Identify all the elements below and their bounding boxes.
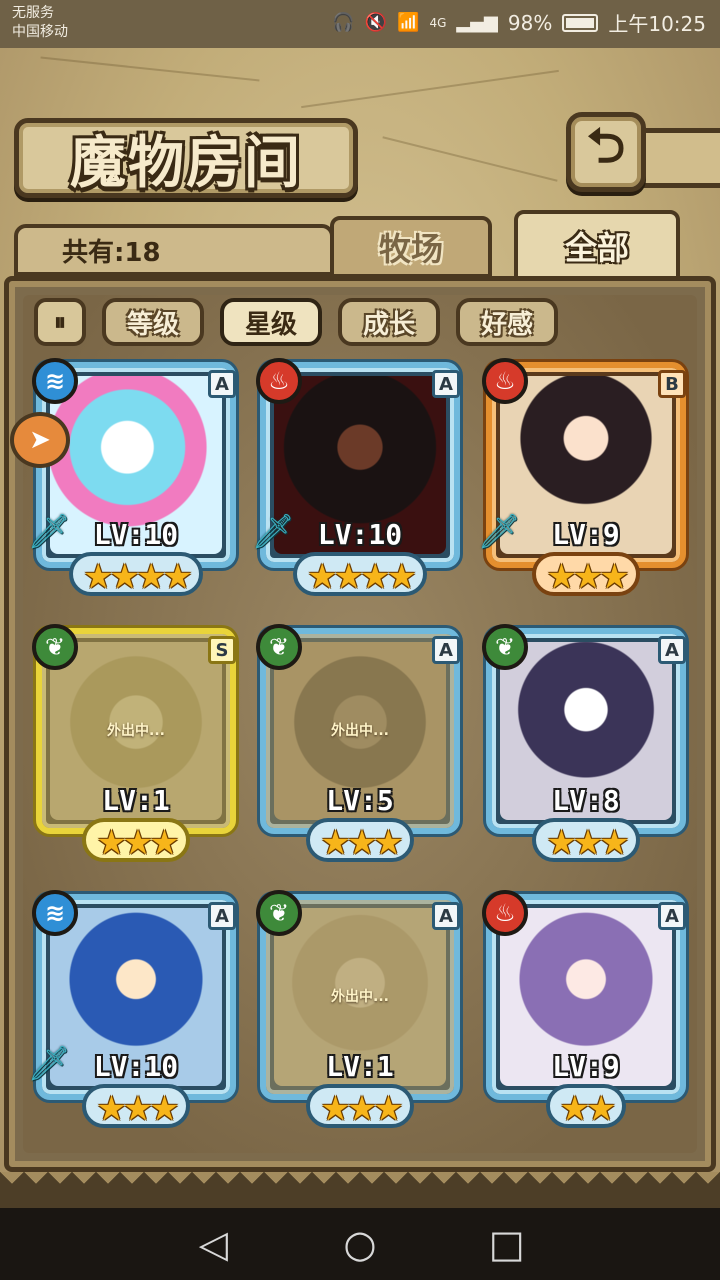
filter-affection[interactable]: 好感 [456,298,558,346]
rank-badge: A [208,370,236,398]
nav-recent-icon[interactable]: □ [477,1222,537,1266]
rank-badge: A [208,902,236,930]
star-rating: ★★★★ [254,552,466,597]
side-menu-tab[interactable]: ➤ [10,412,70,468]
star-rating: ★★★ [30,818,242,863]
title-plate: 魔物房间 [14,118,358,198]
back-button-bar [640,128,720,188]
wifi-icon: 📶 [397,12,420,33]
star-icons: ★★★ [82,1084,190,1129]
star-icons: ★★★★ [293,552,427,597]
sort-order-button[interactable]: ⏸ [34,298,86,346]
rank-badge: A [432,636,460,664]
pause-icon: ⏸ [54,308,66,336]
fire-element-icon: ♨ [482,358,528,404]
filter-level-label: 等级 [126,309,179,340]
away-status: 外出中... [331,989,389,1005]
rank-badge: A [658,902,686,930]
monster-level: LV:10 [93,1050,179,1083]
back-button[interactable]: ⮌ [566,112,646,192]
away-status: 外出中... [331,723,389,739]
carrier-line-2: 中国移动 [12,24,68,40]
rank-badge: B [658,370,686,398]
tab-all-label: 全部 [564,229,629,267]
nature-element-icon: ❦ [256,890,302,936]
star-rating: ★★★ [480,818,692,863]
star-icons: ★★ [545,1084,627,1129]
fire-element-icon: ♨ [482,890,528,936]
status-icons: 🎧 🔇 📶 4G ▂▄▆ 98% 上午10:25 [332,8,706,37]
rank-badge: A [432,370,460,398]
tab-pasture[interactable]: 牧场 [330,216,492,278]
page-title: 魔物房间 [70,129,302,196]
monster-level: LV:1 [102,784,170,817]
away-status: 外出中... [107,723,165,739]
star-icons: ★★★ [532,552,640,597]
monster-level: LV:9 [552,518,620,551]
headphones-icon: 🎧 [332,12,355,33]
water-element-icon: ≋ [32,890,78,936]
fire-element-icon: ♨ [256,358,302,404]
monster-card[interactable]: A ♨ LV:9 ★★ [480,888,692,1138]
star-rating: ★★ [480,1084,692,1129]
monster-card[interactable]: 外出中... S ❦ LV:1 ★★★ [30,622,242,872]
star-rating: ★★★ [254,1084,466,1129]
monster-level: LV:5 [326,784,394,817]
tab-all[interactable]: 全部 [514,210,680,282]
monster-card[interactable]: A ≋ 🗡 LV:10 ★★★★ [27,356,242,606]
filter-affection-label: 好感 [480,309,533,340]
filter-growth[interactable]: 成长 [338,298,440,346]
star-icons: ★★★ [306,1084,414,1129]
back-arrow-icon: ⮌ [586,117,626,174]
nav-home-icon[interactable]: ○ [330,1222,390,1266]
arrow-tab-icon: ➤ [29,425,51,455]
monster-card[interactable]: B ♨ 🗡 LV:9 ★★★ [477,356,692,606]
battery-icon [562,13,599,32]
star-rating: ★★★ [30,1084,242,1129]
status-bar: 无服务 中国移动 🎧 🔇 📶 4G ▂▄▆ 98% 上午10:25 [0,0,720,48]
nature-element-icon: ❦ [256,624,302,670]
nature-element-icon: ❦ [482,624,528,670]
star-icons: ★★★ [532,818,640,863]
star-rating: ★★★★ [30,552,242,597]
star-icons: ★★★ [82,818,190,863]
system-nav-bar: ◁ ○ □ [0,1208,720,1280]
water-element-icon: ≋ [32,358,78,404]
monster-level: LV:10 [317,518,403,551]
star-icons: ★★★★ [69,552,203,597]
rank-badge: A [432,902,460,930]
filter-star-label: 星级 [244,309,297,340]
nature-element-icon: ❦ [32,624,78,670]
signal-icon: ▂▄▆ [456,12,498,33]
monster-card[interactable]: A ≋ 🗡 LV:10 ★★★ [27,888,242,1138]
carrier-info: 无服务 中国移动 [12,4,68,42]
rank-badge: A [658,636,686,664]
count-bar: 共有:18 [14,224,334,276]
star-icons: ★★★ [306,818,414,863]
star-rating: ★★★ [480,552,692,597]
filter-growth-label: 成长 [362,309,415,340]
star-rating: ★★★ [254,818,466,863]
monster-level: LV:10 [93,518,179,551]
monster-level: LV:8 [552,784,620,817]
monster-card[interactable]: 外出中... A ❦ LV:5 ★★★ [254,622,466,872]
nav-back-icon[interactable]: ◁ [183,1222,243,1266]
carrier-line-1: 无服务 [12,5,54,21]
filter-row: ⏸ 等级 星级 成长 好感 [34,298,558,346]
filter-star[interactable]: 星级 [220,298,322,346]
tab-pasture-label: 牧场 [378,230,443,268]
monster-card[interactable]: A ❦ LV:8 ★★★ [480,622,692,872]
monster-level: LV:1 [326,1050,394,1083]
monster-card[interactable]: A ♨ 🗡 LV:10 ★★★★ [251,356,466,606]
monster-card[interactable]: 外出中... A ❦ LV:1 ★★★ [254,888,466,1138]
monster-level: LV:9 [552,1050,620,1083]
mute-icon: 🔇 [364,12,388,33]
monster-count: 共有:18 [62,237,161,268]
filter-level[interactable]: 等级 [102,298,204,346]
zigzag-border [0,1172,720,1196]
clock: 上午10:25 [608,12,706,36]
battery-percent: 98% [507,10,553,35]
network-type: 4G [429,15,447,30]
rank-badge: S [208,636,236,664]
